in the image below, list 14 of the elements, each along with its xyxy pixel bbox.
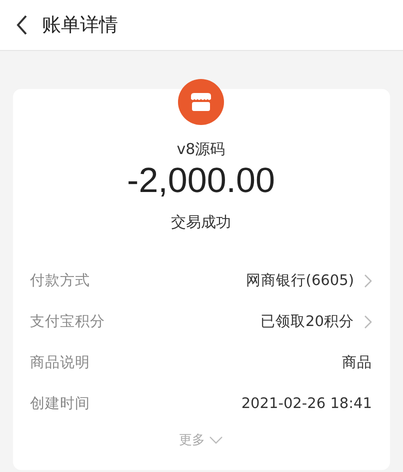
detail-link[interactable]: 已领取20积分 [260, 312, 372, 331]
back-icon [16, 15, 28, 35]
detail-value: 商品 [342, 354, 372, 372]
amount-text: -2,000.00 [127, 161, 275, 201]
page-title: 账单详情 [42, 13, 118, 38]
detail-label: 创建时间 [30, 395, 90, 413]
detail-value: 2021-02-26 18:41 [241, 396, 372, 412]
status-text: 交易成功 [171, 213, 231, 232]
caret-icon [209, 436, 223, 444]
detail-link[interactable]: 网商银行(6605) [246, 271, 372, 290]
detail-label: 付款方式 [30, 272, 90, 290]
detail-label: 支付宝积分 [30, 312, 105, 331]
merchant-name: v8源码 [176, 140, 226, 159]
detail-label: 商品说明 [30, 354, 90, 372]
